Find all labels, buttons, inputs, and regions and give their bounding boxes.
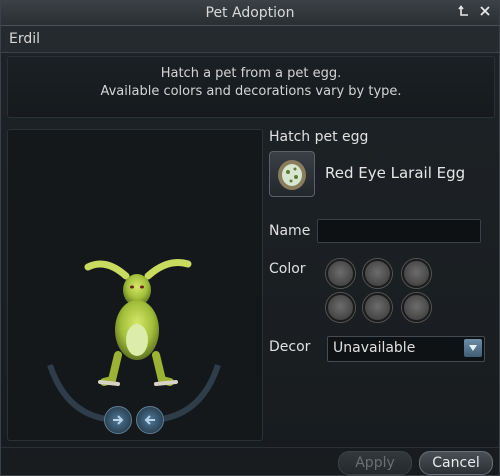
rotate-left-button[interactable] xyxy=(136,406,164,434)
pet-preview-panel[interactable] xyxy=(7,129,263,441)
description-line-2: Available colors and decorations vary by… xyxy=(100,84,402,99)
minimize-icon[interactable] xyxy=(456,5,472,21)
color-swatch-4[interactable] xyxy=(326,293,355,322)
decor-label: Decor xyxy=(269,339,311,355)
color-label: Color xyxy=(269,261,306,277)
hatch-egg-label: Hatch pet egg xyxy=(269,129,369,145)
egg-icon xyxy=(278,160,306,190)
pet-preview-image xyxy=(47,259,221,423)
close-icon[interactable] xyxy=(477,5,493,21)
npc-name: Erdil xyxy=(9,31,41,47)
name-input[interactable] xyxy=(317,219,481,243)
chevron-down-icon[interactable] xyxy=(464,339,482,357)
color-swatch-3[interactable] xyxy=(402,259,431,288)
color-swatch-6[interactable] xyxy=(402,293,431,322)
description-box: Hatch a pet from a pet egg. Available co… xyxy=(7,56,495,118)
egg-name: Red Eye Larail Egg xyxy=(325,164,466,182)
decor-value: Unavailable xyxy=(333,340,416,356)
npc-bar: Erdil xyxy=(1,26,499,53)
apply-button[interactable]: Apply xyxy=(338,451,412,475)
arrow-right-icon xyxy=(113,415,124,425)
egg-slot[interactable] xyxy=(269,151,315,197)
description-line-1: Hatch a pet from a pet egg. xyxy=(160,66,342,81)
color-swatch-5[interactable] xyxy=(363,293,392,322)
pet-adoption-window: Pet Adoption Erdil Hatch a pet from a pe… xyxy=(0,0,500,476)
name-label: Name xyxy=(269,223,311,239)
arrow-left-icon xyxy=(144,415,155,425)
title-bar[interactable]: Pet Adoption xyxy=(1,1,499,26)
cancel-button[interactable]: Cancel xyxy=(419,451,493,475)
rotate-right-button[interactable] xyxy=(104,406,132,434)
window-title: Pet Adoption xyxy=(205,5,295,21)
color-swatch-1[interactable] xyxy=(326,259,355,288)
color-swatch-2[interactable] xyxy=(363,259,392,288)
footer-divider xyxy=(1,447,499,448)
decor-dropdown[interactable]: Unavailable xyxy=(327,336,485,362)
